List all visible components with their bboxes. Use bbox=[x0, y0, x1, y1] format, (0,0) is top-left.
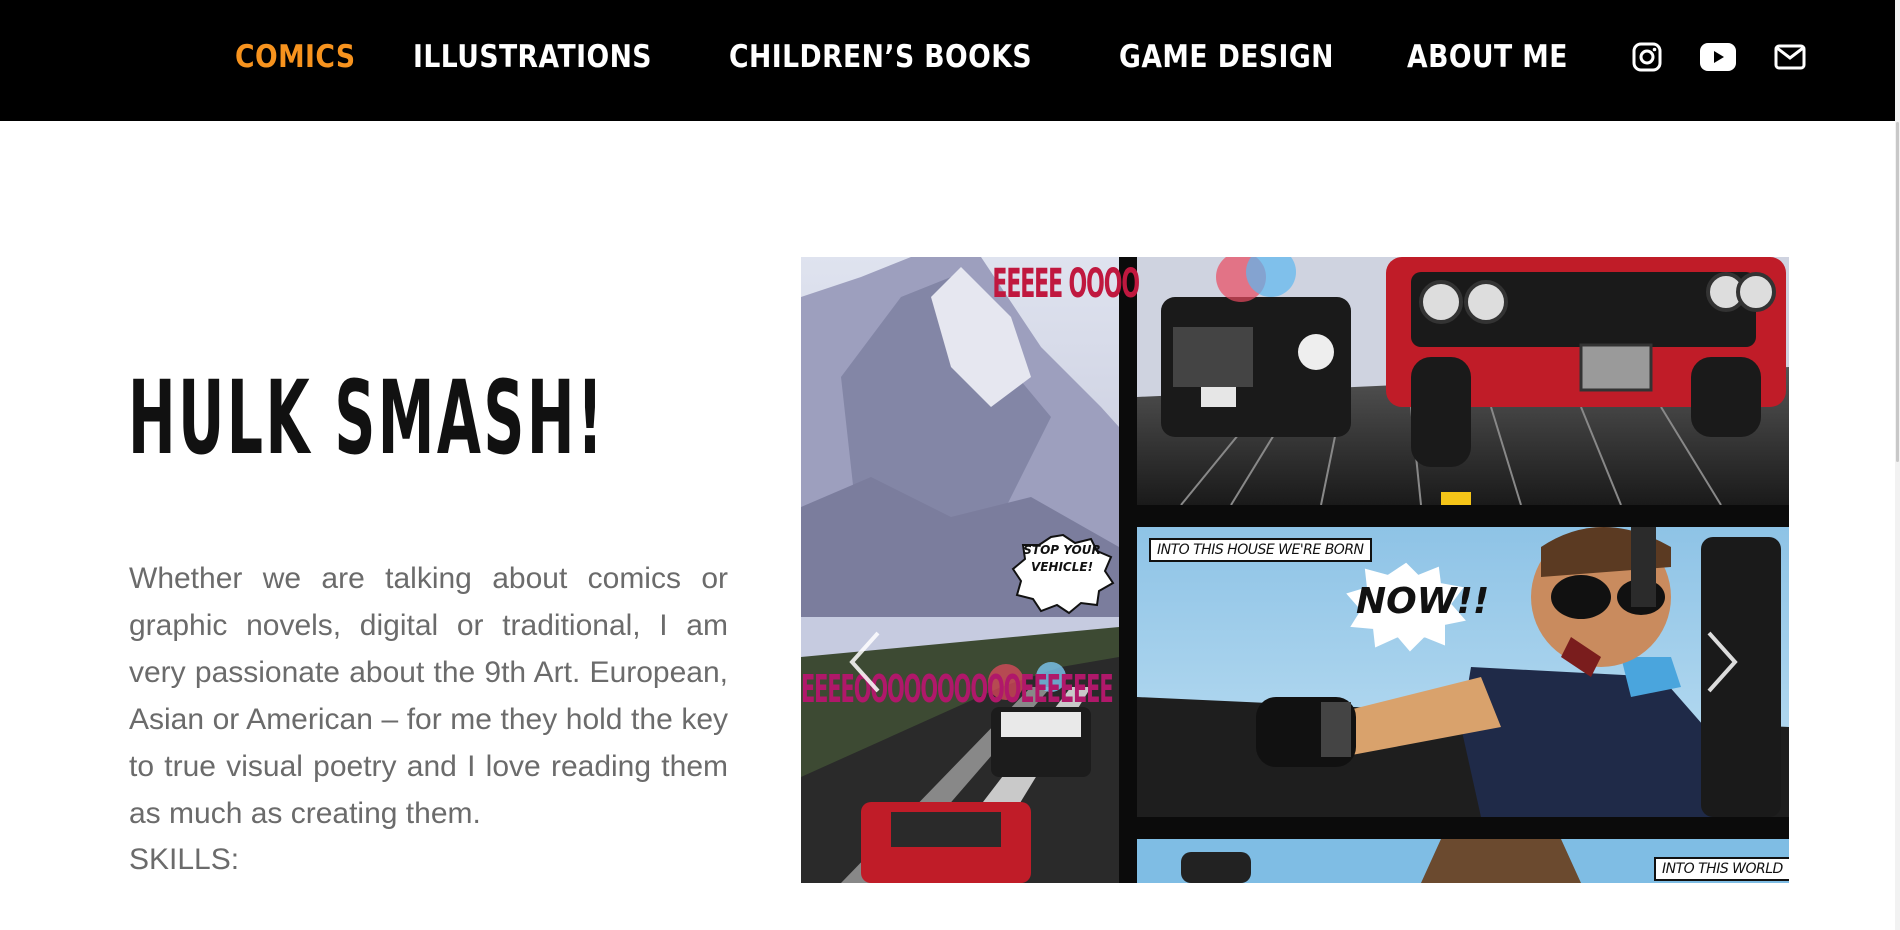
instagram-icon[interactable] bbox=[1632, 42, 1662, 72]
caption-top: INTO THIS HOUSE WE'RE BORN bbox=[1149, 538, 1372, 562]
mail-icon[interactable] bbox=[1774, 44, 1806, 70]
slider-prev-button[interactable] bbox=[846, 627, 886, 697]
chevron-left-icon bbox=[849, 631, 880, 693]
social-links bbox=[1632, 42, 1844, 72]
caption-bottom: INTO THIS WORLD bbox=[1654, 857, 1789, 881]
youtube-icon[interactable] bbox=[1700, 42, 1737, 71]
skills-label: SKILLS: bbox=[129, 843, 240, 876]
site-header: COMICS ILLUSTRATIONS CHILDREN’S BOOKS GA… bbox=[0, 0, 1895, 121]
nav-item-game-design[interactable]: GAME DESIGN bbox=[1119, 39, 1334, 75]
speech-stop-text: STOP YOUR VEHICLE! bbox=[1023, 543, 1101, 574]
nav-item-about-me[interactable]: ABOUT ME bbox=[1407, 39, 1568, 75]
sound-effect-top-text: EEEEE OOOO bbox=[992, 260, 1139, 307]
main-nav: COMICS ILLUSTRATIONS CHILDREN’S BOOKS GA… bbox=[235, 0, 1844, 113]
comic-slider[interactable]: EEEEOOOOOOOOOOEEEEEEE EEEEE OOOO INTO TH… bbox=[801, 257, 1789, 883]
nav-item-childrens-books[interactable]: CHILDREN’S BOOKS bbox=[729, 39, 1032, 75]
slider-next-button[interactable] bbox=[1701, 627, 1741, 697]
speech-now-text: NOW!! bbox=[1356, 581, 1490, 622]
intro-paragraph: Whether we are talking about comics or g… bbox=[129, 562, 728, 830]
nav-item-comics[interactable]: COMICS bbox=[235, 39, 356, 75]
page-title: HULK SMASH! bbox=[128, 359, 606, 479]
scrollbar-thumb[interactable] bbox=[1896, 122, 1899, 462]
chevron-right-icon bbox=[1707, 631, 1738, 693]
comic-page-artwork: EEEEOOOOOOOOOOEEEEEEE EEEEE OOOO bbox=[801, 257, 1789, 883]
nav-item-illustrations[interactable]: ILLUSTRATIONS bbox=[413, 39, 652, 75]
